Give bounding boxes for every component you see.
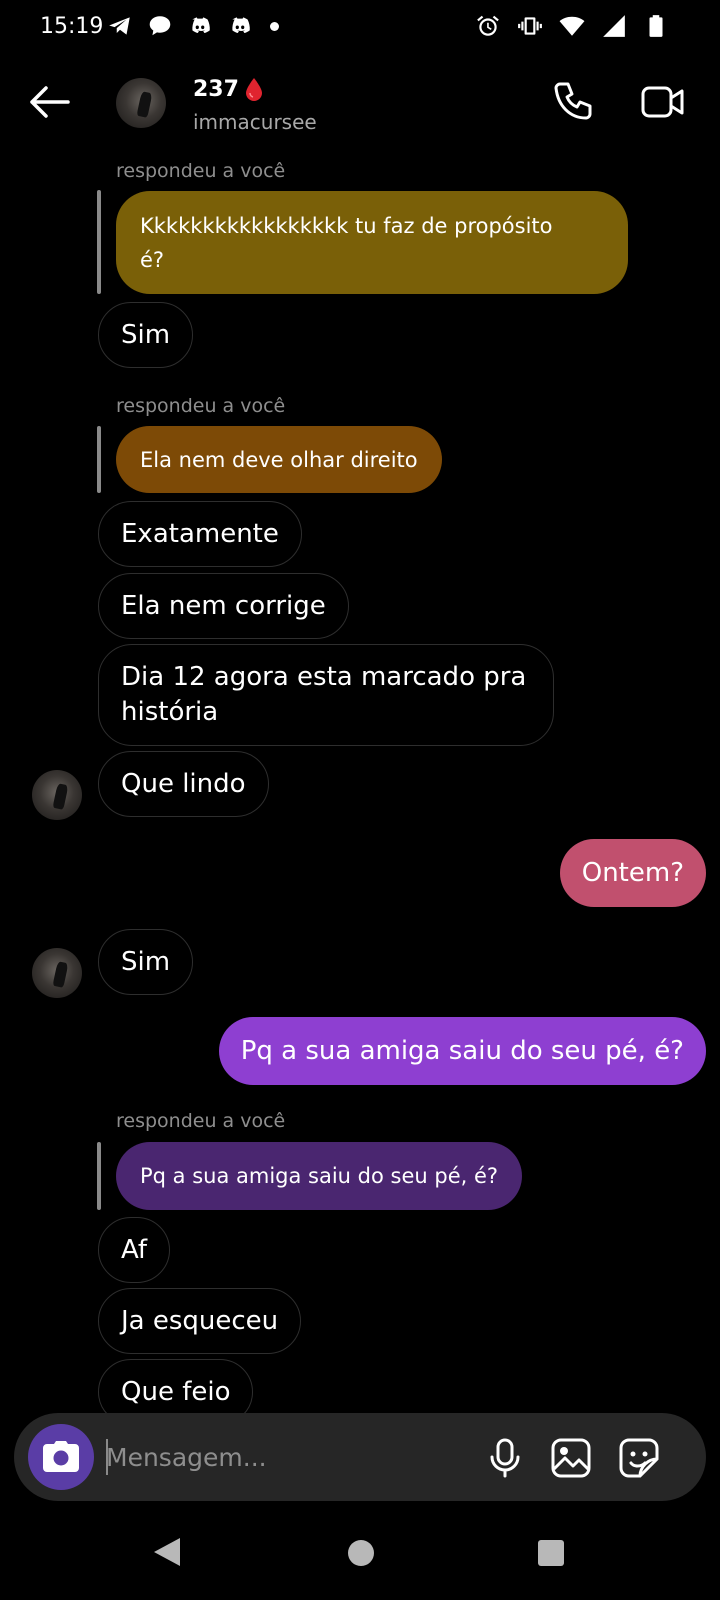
- contact-avatar[interactable]: [116, 78, 166, 128]
- reply-caption: respondeu a você: [116, 395, 286, 417]
- alarm-icon: [474, 12, 502, 40]
- camera-icon: [43, 1441, 79, 1472]
- system-icons: [474, 12, 670, 40]
- blood-drop-icon: [245, 78, 262, 101]
- message-text: Que lindo: [121, 768, 246, 799]
- battery-icon: [642, 12, 670, 40]
- message-input[interactable]: [106, 1433, 466, 1481]
- received-message[interactable]: Sim: [98, 302, 194, 368]
- contact-handle[interactable]: immacursee: [193, 110, 317, 134]
- quoted-message-text: Pq a sua amiga saiu do seu pé, é?: [140, 1164, 499, 1188]
- camera-button[interactable]: [28, 1424, 94, 1490]
- voice-call-button[interactable]: [552, 80, 596, 124]
- sent-message[interactable]: Ontem?: [559, 839, 706, 907]
- reply-indicator-bar: [97, 1142, 101, 1210]
- video-camera-icon: [641, 86, 684, 118]
- contact-name-row[interactable]: 237: [193, 76, 265, 102]
- message-text: Ontem?: [581, 858, 684, 888]
- nav-home-button[interactable]: [348, 1540, 374, 1566]
- video-call-button[interactable]: [640, 82, 686, 122]
- message-text: Que feio: [121, 1376, 231, 1407]
- sticker-icon: [619, 1438, 659, 1478]
- sender-avatar[interactable]: [32, 770, 82, 820]
- system-navigation-bar: [0, 1510, 720, 1600]
- notification-icons: [106, 12, 279, 40]
- quoted-message-line: Kkkkkkkkkkkkkkkkk tu faz de propósito: [140, 213, 553, 238]
- status-bar: 15:19: [0, 0, 720, 56]
- sticker-button[interactable]: [618, 1437, 660, 1479]
- telegram-icon: [106, 12, 134, 40]
- voice-message-button[interactable]: [484, 1437, 526, 1479]
- nav-back-button[interactable]: [152, 1536, 182, 1568]
- message-text: Sim: [121, 946, 171, 977]
- triangle-back-icon: [154, 1538, 180, 1566]
- quoted-message[interactable]: Kkkkkkkkkkkkkkkkk tu faz de propósito é?: [116, 191, 628, 294]
- message-text-line: Dia 12 agora esta marcado pra: [121, 662, 527, 692]
- signal-icon: [600, 12, 628, 40]
- wifi-icon: [558, 12, 586, 40]
- gallery-button[interactable]: [550, 1437, 592, 1479]
- received-message[interactable]: Dia 12 agora esta marcado pra história: [98, 644, 554, 746]
- sent-message[interactable]: Pq a sua amiga saiu do seu pé, é?: [218, 1017, 706, 1085]
- microphone-icon: [490, 1438, 520, 1478]
- nav-recents-button[interactable]: [538, 1540, 564, 1566]
- more-notifications-dot-icon: [270, 21, 279, 31]
- sender-avatar[interactable]: [32, 948, 82, 998]
- image-icon: [551, 1438, 591, 1478]
- message-text: Pq a sua amiga saiu do seu pé, é?: [240, 1036, 684, 1066]
- vibrate-icon: [516, 12, 544, 40]
- received-message[interactable]: Que lindo: [98, 751, 269, 817]
- message-text: Sim: [121, 319, 171, 350]
- chat-bubble-icon: [146, 12, 174, 40]
- received-message[interactable]: Exatamente: [98, 501, 302, 567]
- back-button[interactable]: [26, 82, 72, 122]
- discord-icon: [186, 12, 214, 40]
- chat-header: 237 immacursee: [0, 56, 720, 146]
- reply-indicator-bar: [97, 190, 101, 294]
- reply-indicator-bar: [97, 426, 101, 493]
- received-message[interactable]: Af: [98, 1217, 171, 1283]
- quoted-message[interactable]: Ela nem deve olhar direito: [116, 426, 442, 493]
- quoted-message[interactable]: Pq a sua amiga saiu do seu pé, é?: [116, 1142, 523, 1210]
- reply-caption: respondeu a você: [116, 160, 286, 182]
- contact-name: 237: [193, 76, 239, 102]
- message-text: Af: [121, 1234, 148, 1265]
- phone-icon: [554, 82, 592, 120]
- received-message[interactable]: Ela nem corrige: [98, 573, 349, 639]
- message-composer: [14, 1413, 706, 1501]
- message-text: Ja esqueceu: [121, 1305, 279, 1336]
- reply-caption: respondeu a você: [116, 1110, 286, 1132]
- message-text-line: história: [121, 697, 219, 727]
- quoted-message-text: Ela nem deve olhar direito: [140, 447, 418, 472]
- received-message[interactable]: Sim: [98, 929, 194, 995]
- discord-icon: [226, 12, 254, 40]
- received-message[interactable]: Ja esqueceu: [98, 1288, 302, 1354]
- message-text: Exatamente: [121, 518, 279, 549]
- message-text: Ela nem corrige: [121, 590, 326, 621]
- status-time: 15:19: [40, 14, 104, 39]
- arrow-left-icon: [30, 86, 70, 118]
- quoted-message-line: é?: [140, 247, 165, 272]
